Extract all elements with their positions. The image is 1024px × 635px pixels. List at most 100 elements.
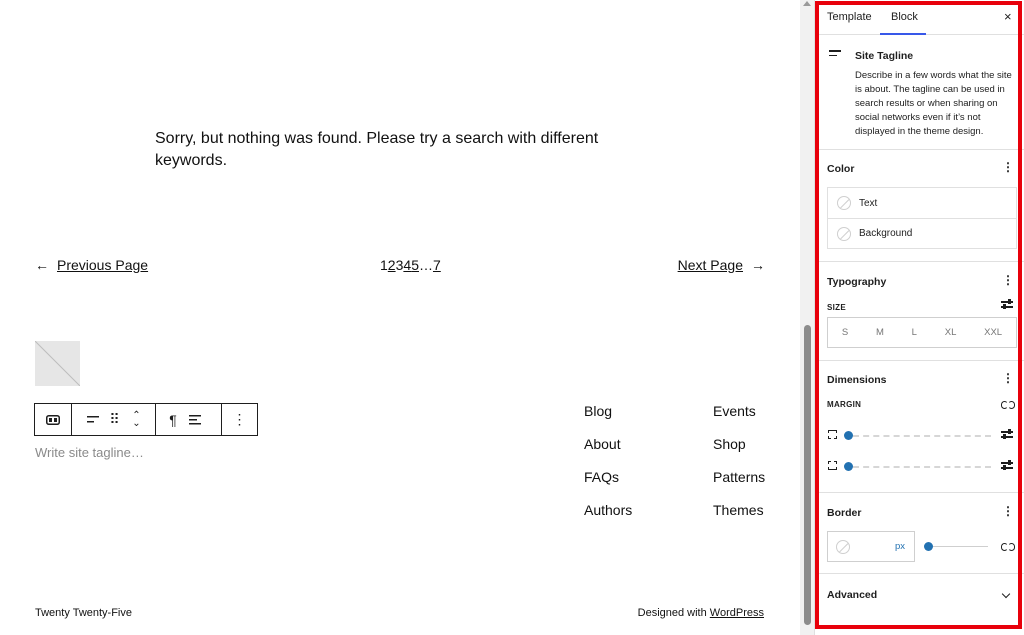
chevron-down-icon[interactable] <box>1001 589 1011 599</box>
footer-link[interactable]: Events <box>713 403 765 436</box>
footer-link[interactable]: Authors <box>584 502 632 535</box>
no-results-text: Sorry, but nothing was found. Please try… <box>155 130 599 169</box>
toolbar-group-movers: ⠿ ⌃ ⌄ <box>72 403 156 436</box>
more-vertical-icon[interactable]: ⋮ <box>1002 273 1014 287</box>
block-card: Site Tagline Describe in a few words wha… <box>815 35 1024 150</box>
previous-page-label: Previous Page <box>57 257 149 273</box>
size-option[interactable]: XL <box>945 327 957 338</box>
typography-panel-title: Typography <box>827 276 887 288</box>
margin-top-control <box>827 428 1017 442</box>
slider-thumb[interactable] <box>844 462 853 471</box>
footer-site-title[interactable]: Twenty Twenty-Five <box>35 607 132 619</box>
color-panel-title: Color <box>827 163 855 175</box>
arrow-left-icon: ← <box>35 257 49 273</box>
align-button[interactable] <box>82 404 103 435</box>
wordpress-link[interactable]: WordPress <box>710 607 764 619</box>
scroll-up-arrow-icon[interactable] <box>803 1 811 6</box>
more-vertical-icon[interactable]: ⋮ <box>1002 504 1014 518</box>
sidebar-tabs: Template Block × <box>815 0 1024 35</box>
empty-swatch-icon <box>837 196 851 210</box>
dimensions-panel-title: Dimensions <box>827 374 887 386</box>
page-numbers: 12345…7 <box>380 257 441 273</box>
designed-with-text: Designed with <box>637 607 710 619</box>
block-type-button[interactable] <box>34 403 72 436</box>
block-toolbar: ⠿ ⌃ ⌄ ¶ ⋮ <box>34 403 258 436</box>
advanced-panel-title: Advanced <box>827 589 878 601</box>
page-number[interactable]: 1 <box>380 257 388 273</box>
custom-size-icon[interactable] <box>1001 299 1013 310</box>
slider-track[interactable] <box>853 435 991 437</box>
footer-link[interactable]: About <box>584 436 632 469</box>
color-list: Text Background <box>827 187 1017 249</box>
align-left-icon <box>86 415 99 422</box>
empty-swatch-icon <box>837 226 851 241</box>
move-down-icon[interactable]: ⌄ <box>132 418 140 428</box>
margin-top-icon <box>828 430 837 439</box>
page-ellipsis: … <box>418 257 433 273</box>
more-vertical-icon: ⋮ <box>232 411 247 427</box>
scrollbar-thumb[interactable] <box>804 325 811 625</box>
margin-label: MARGIN <box>827 400 862 409</box>
page-number[interactable]: 5 <box>411 257 419 273</box>
editor-canvas: Sorry, but nothing was found. Please try… <box>0 0 800 635</box>
more-vertical-icon[interactable]: ⋮ <box>1002 160 1014 174</box>
drag-handle-icon[interactable]: ⠿ <box>104 404 125 435</box>
footer-link[interactable]: Blog <box>584 403 632 436</box>
text-align-button[interactable] <box>184 404 206 435</box>
settings-sidebar: Template Block × Site Tagline Describe i… <box>814 0 1024 635</box>
more-vertical-icon[interactable]: ⋮ <box>1002 371 1014 385</box>
advanced-panel[interactable]: Advanced <box>815 574 1024 616</box>
custom-value-icon[interactable] <box>1001 460 1013 471</box>
size-option[interactable]: M <box>876 327 884 338</box>
size-option[interactable]: L <box>912 327 917 338</box>
previous-page-link[interactable]: ← Previous Page <box>35 257 148 273</box>
query-pagination: ← Previous Page 12345…7 Next Page → <box>35 257 765 277</box>
border-color-swatch-icon[interactable] <box>836 540 850 554</box>
color-text-item[interactable]: Text <box>828 188 1016 218</box>
color-panel: Color ⋮ Text Background <box>815 150 1024 262</box>
border-width-input[interactable]: px <box>827 531 915 562</box>
arrow-right-icon: → <box>751 257 765 273</box>
slider-track[interactable] <box>853 466 991 468</box>
tab-template[interactable]: Template <box>827 11 872 23</box>
link-sides-icon[interactable] <box>1001 401 1015 409</box>
footer-nav-column: Events Shop Patterns Themes <box>713 403 765 535</box>
next-page-link[interactable]: Next Page → <box>678 257 765 273</box>
site-tagline-input[interactable]: Write site tagline… <box>35 445 144 460</box>
tab-block[interactable]: Block <box>891 11 918 23</box>
page-number[interactable]: 7 <box>433 257 441 273</box>
footer-link[interactable]: Themes <box>713 502 765 535</box>
border-panel-title: Border <box>827 507 862 519</box>
size-label: SIZE <box>827 303 846 312</box>
slider-thumb[interactable] <box>924 542 933 551</box>
typography-panel: Typography ⋮ SIZE S M L XL XXL <box>815 262 1024 361</box>
page-number[interactable]: 2 <box>388 257 396 273</box>
unit-select[interactable]: px <box>895 541 905 552</box>
block-title: Site Tagline <box>855 50 914 62</box>
close-icon[interactable]: × <box>1004 9 1012 24</box>
link-sides-icon[interactable] <box>1001 543 1015 551</box>
size-option[interactable]: XXL <box>984 327 1002 338</box>
margin-bottom-control <box>827 459 1017 473</box>
footer-credit: Designed with WordPress <box>638 607 764 619</box>
options-button[interactable]: ⋮ <box>222 403 258 436</box>
custom-value-icon[interactable] <box>1001 429 1013 440</box>
size-option[interactable]: S <box>842 327 848 338</box>
color-background-item[interactable]: Background <box>828 218 1016 248</box>
move-buttons[interactable]: ⌃ ⌄ <box>126 404 147 435</box>
paragraph-icon[interactable]: ¶ <box>162 404 184 435</box>
site-tagline-block-icon <box>46 414 60 425</box>
color-item-label: Text <box>859 197 878 209</box>
text-align-icon <box>189 414 201 424</box>
footer-nav-column: Blog About FAQs Authors <box>584 403 632 535</box>
dimensions-panel: Dimensions ⋮ MARGIN <box>815 361 1024 493</box>
canvas-scrollbar[interactable] <box>800 0 814 635</box>
slider-track[interactable] <box>933 546 988 547</box>
toolbar-group-transform: ¶ <box>156 403 222 436</box>
site-logo-placeholder[interactable] <box>35 341 80 386</box>
footer-link[interactable]: FAQs <box>584 469 632 502</box>
footer-link[interactable]: Shop <box>713 436 765 469</box>
slider-thumb[interactable] <box>844 431 853 440</box>
next-page-label: Next Page <box>677 257 743 273</box>
footer-link[interactable]: Patterns <box>713 469 765 502</box>
